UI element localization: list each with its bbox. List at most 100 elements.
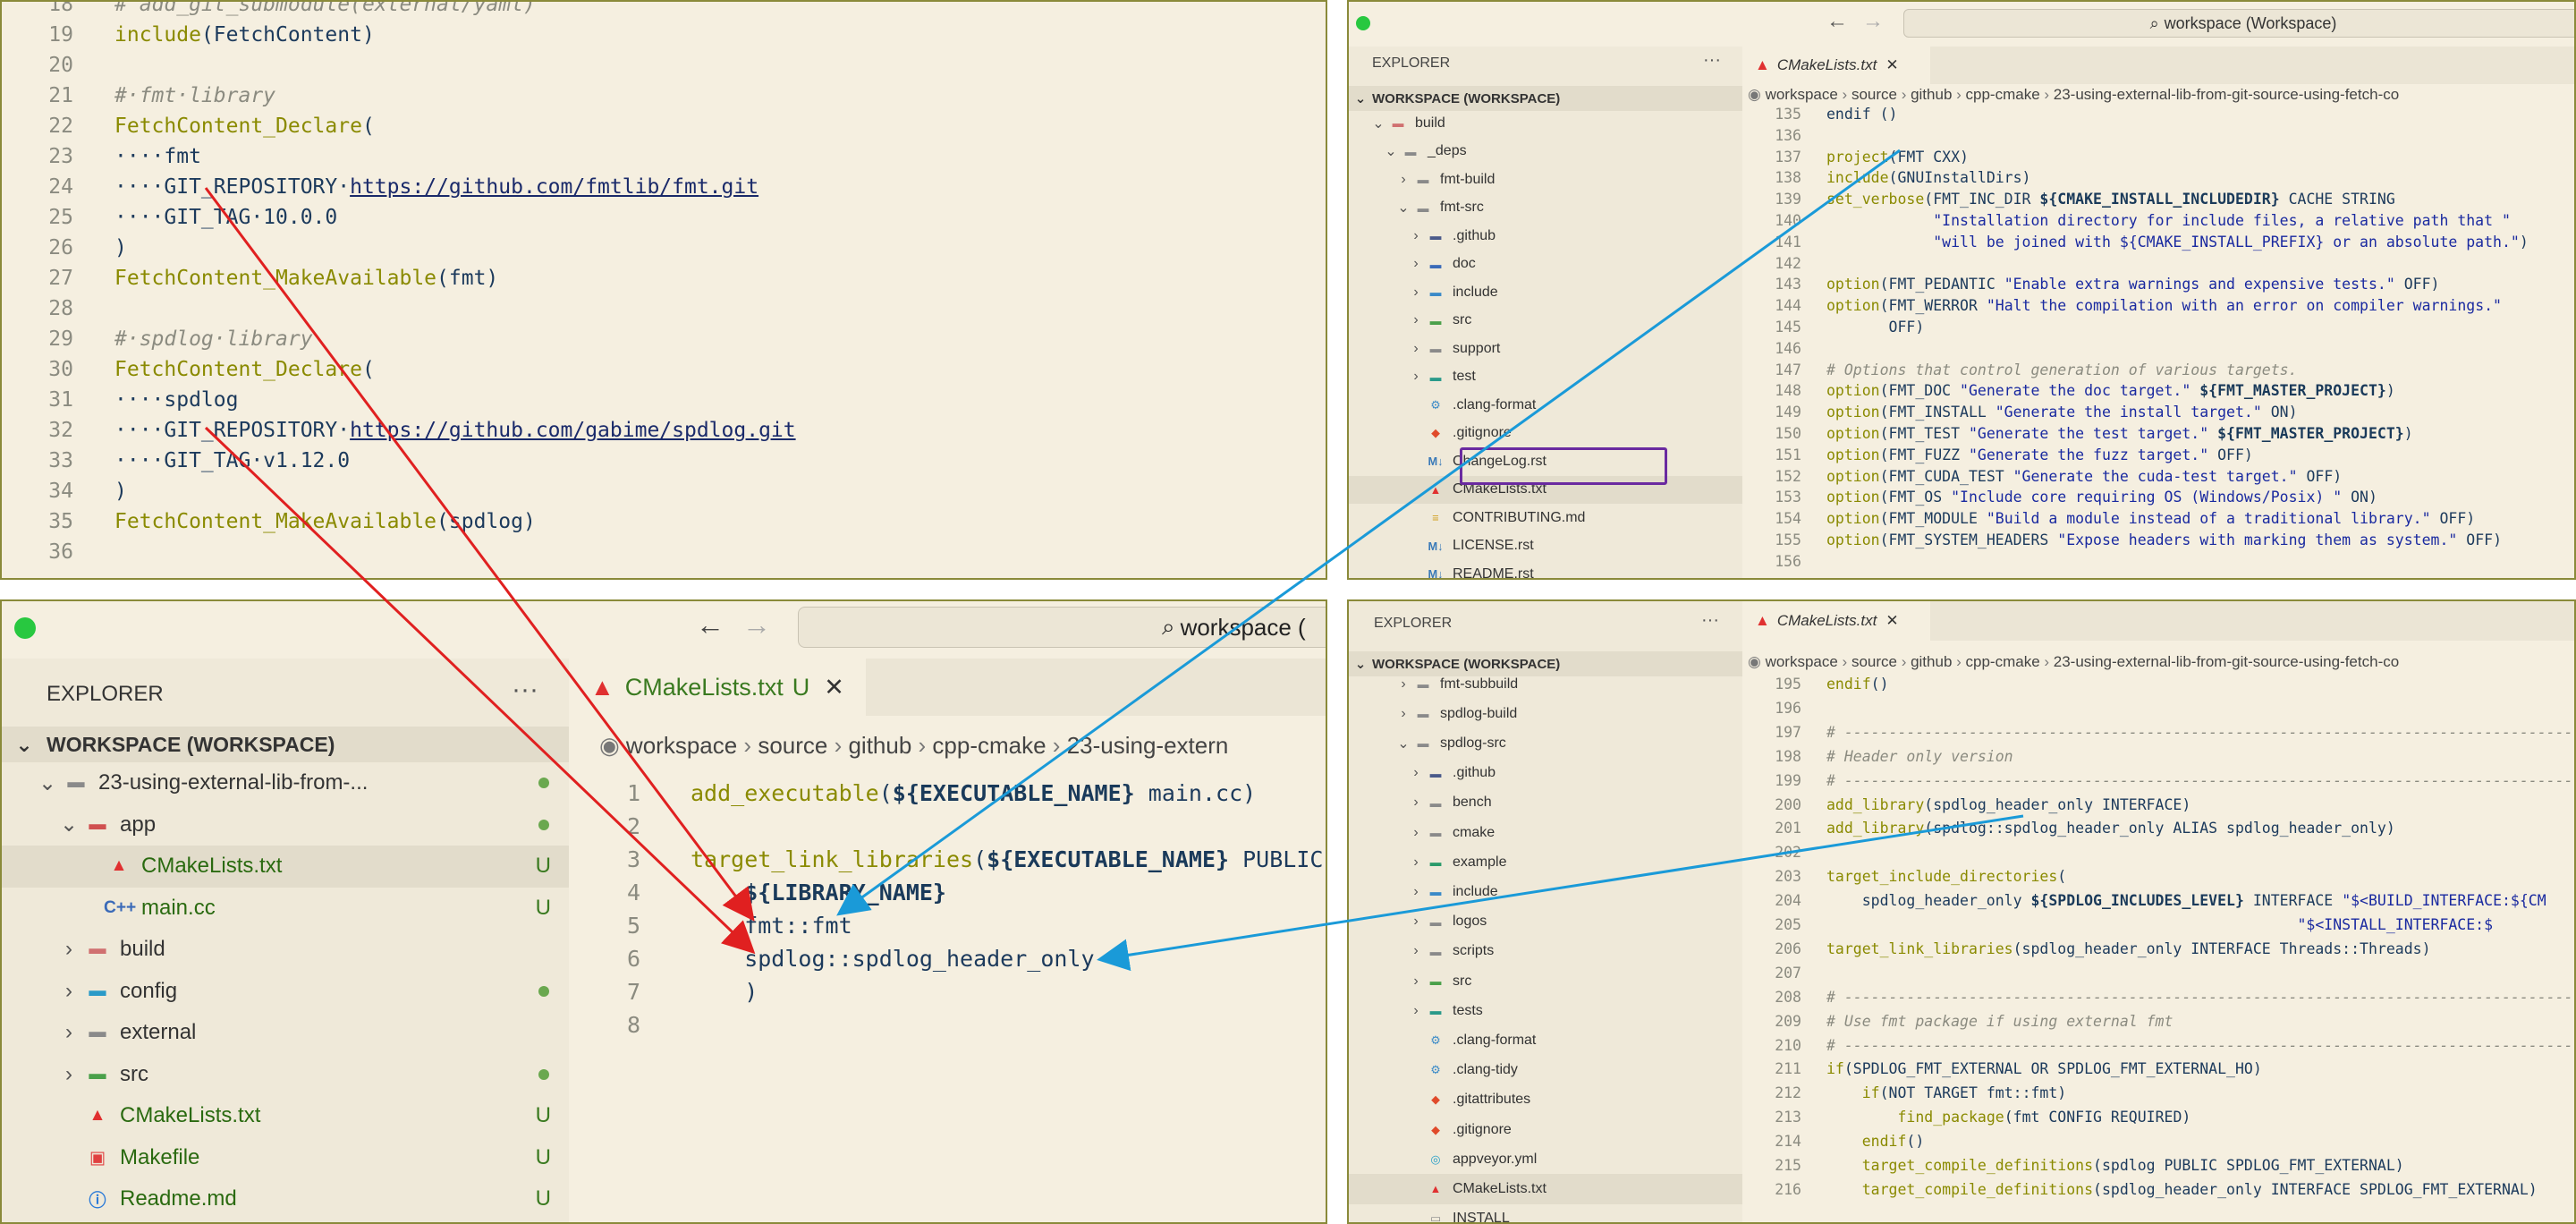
- more-actions-icon[interactable]: ···: [1703, 50, 1721, 71]
- tree-item[interactable]: › ▬ config: [2, 971, 569, 1013]
- more-actions-icon[interactable]: ···: [512, 675, 538, 705]
- code-line: FetchContent_MakeAvailable(spdlog): [114, 510, 536, 533]
- tree-item[interactable]: › ▬ cmake: [1349, 818, 1742, 847]
- close-icon[interactable]: ✕: [824, 674, 844, 701]
- tree-item[interactable]: ◆ .gitattributes: [1349, 1085, 1742, 1115]
- code-area[interactable]: 18 # add_git_submodule(external/yaml) 19 in…: [2, 2, 1326, 578]
- md-icon: ≡: [1432, 511, 1439, 525]
- tree-item[interactable]: ▲ CMakeLists.txt U: [2, 846, 569, 888]
- breadcrumb-item[interactable]: source: [1852, 86, 1897, 103]
- line-number: 140: [1775, 212, 1801, 229]
- code-area[interactable]: 1 add_executable(${EXECUTABLE_NAME} main.…: [569, 761, 1326, 1222]
- command-search-box[interactable]: ⌕ workspace (: [798, 607, 1326, 648]
- tree-item[interactable]: › ▬ bench: [1349, 788, 1742, 818]
- code-area[interactable]: 195 endif() 196 197 # ----------------------…: [1742, 675, 2574, 1222]
- file-tree: ⌄ ▬ 23-using-external-lib-from-... ⌄ ▬ app ▲ CM…: [2, 762, 569, 1222]
- tab-cmakelists[interactable]: ▲ CMakeLists.txt ✕: [1742, 47, 1930, 84]
- tree-item[interactable]: › ▬ logos: [1349, 907, 1742, 937]
- breadcrumb-item[interactable]: github: [1911, 86, 1952, 103]
- tree-item[interactable]: ⌄ ▬ fmt-src: [1349, 194, 1742, 223]
- tree-item[interactable]: › ▬ .github: [1349, 759, 1742, 788]
- tree-item-label: test: [1453, 369, 1476, 385]
- tree-item[interactable]: ⚙ .clang-format: [1349, 1025, 1742, 1055]
- tree-item[interactable]: ⌄ ▬ _deps: [1349, 138, 1742, 166]
- tree-item[interactable]: ▲ CMakeLists.txt: [1349, 1174, 1742, 1204]
- chevron-right-icon: ›: [1413, 256, 1419, 272]
- breadcrumb-item[interactable]: 23-using-extern: [1067, 732, 1229, 759]
- folder-src-icon: ▬: [89, 1064, 106, 1084]
- code-line: "will be joined with ${CMAKE_INSTALL_PRE…: [1933, 233, 2529, 251]
- nav-forward-icon[interactable]: →: [742, 608, 771, 642]
- tree-item[interactable]: ⌄ ▬ 23-using-external-lib-from-...: [2, 762, 569, 804]
- tree-item[interactable]: › ▬ spdlog-build: [1349, 699, 1742, 728]
- tree-item[interactable]: › ▬ test: [1349, 363, 1742, 392]
- workspace-icon: ◉: [1748, 86, 1766, 103]
- tree-item[interactable]: ◎ appveyor.yml: [1349, 1144, 1742, 1174]
- breadcrumb-item[interactable]: workspace: [1766, 653, 1838, 670]
- close-icon[interactable]: ✕: [1885, 612, 1898, 630]
- code-line: spdlog::spdlog_header_only: [691, 946, 1095, 972]
- tree-item[interactable]: ▲ CMakeLists.txt U: [2, 1095, 569, 1137]
- nav-back-icon[interactable]: ←: [696, 608, 724, 642]
- tab-cmakelists[interactable]: ▲ CMakeLists.txt ✕: [1742, 601, 1930, 641]
- breadcrumb-item[interactable]: cpp-cmake: [1966, 653, 2040, 670]
- tree-item[interactable]: ⌄ ▬ build: [1349, 109, 1742, 138]
- tree-item[interactable]: › ▬ example: [1349, 847, 1742, 877]
- tree-item[interactable]: › ▬ src: [1349, 966, 1742, 996]
- tree-item[interactable]: › ▬ external: [2, 1012, 569, 1054]
- nav-forward-icon[interactable]: →: [1862, 9, 1884, 34]
- tree-item[interactable]: M↓ LICENSE.rst: [1349, 532, 1742, 561]
- code-line: find_package(fmt CONFIG REQUIRED): [1897, 1109, 2191, 1126]
- tree-item[interactable]: › ▬ fmt-build: [1349, 166, 1742, 194]
- workspace-header[interactable]: ⌄ WORKSPACE (WORKSPACE): [2, 727, 569, 762]
- tree-item-label: CMakeLists.txt: [1453, 1180, 1546, 1196]
- tree-item[interactable]: › ▬ src: [1349, 307, 1742, 336]
- tree-item[interactable]: ▭ INSTALL: [1349, 1204, 1742, 1222]
- more-actions-icon[interactable]: ···: [1701, 610, 1719, 631]
- tree-item[interactable]: ◆ .gitignore: [1349, 1115, 1742, 1144]
- folder-test-icon: ▬: [1429, 370, 1442, 384]
- breadcrumb-item[interactable]: source: [758, 732, 827, 759]
- breadcrumb-item[interactable]: cpp-cmake: [1966, 86, 2040, 103]
- breadcrumb-item[interactable]: 23-using-external-lib-from-git-source-us…: [2054, 86, 2399, 103]
- breadcrumb-item[interactable]: workspace: [1766, 86, 1838, 103]
- tree-item[interactable]: › ▬ .github: [1349, 222, 1742, 251]
- breadcrumb-item[interactable]: 23-using-external-lib-from-git-source-us…: [2054, 653, 2399, 670]
- tree-item[interactable]: ▣ Makefile U: [2, 1137, 569, 1179]
- breadcrumb-item[interactable]: workspace: [626, 732, 737, 759]
- code-area[interactable]: 135 endif () 136 137 project(FMT CXX) 138 incl…: [1742, 106, 2574, 578]
- tree-item[interactable]: › ▬ include: [1349, 877, 1742, 906]
- tree-item[interactable]: › ▬ include: [1349, 278, 1742, 307]
- line-number: 4: [626, 880, 640, 905]
- tree-item[interactable]: ◆ .gitignore: [1349, 420, 1742, 448]
- tree-item[interactable]: ≡ CONTRIBUTING.md: [1349, 504, 1742, 532]
- breadcrumb-item[interactable]: source: [1852, 653, 1897, 670]
- tree-item[interactable]: ⓘ Readme.md U: [2, 1178, 569, 1220]
- tab-cmakelists[interactable]: ▲ CMakeLists.txt U ✕: [569, 659, 866, 716]
- tree-item[interactable]: › ▬ scripts: [1349, 937, 1742, 966]
- command-search-box[interactable]: ⌕ workspace (Workspace): [1903, 9, 2574, 38]
- workspace-header[interactable]: ⌄ WORKSPACE (WORKSPACE): [1349, 86, 1742, 111]
- chevron-down-icon: ⌄: [15, 732, 33, 756]
- nav-back-icon[interactable]: ←: [1826, 9, 1848, 34]
- window-close-dot[interactable]: [1356, 16, 1370, 30]
- tree-item[interactable]: › ▬ fmt-subbuild: [1349, 669, 1742, 699]
- breadcrumb-item[interactable]: cpp-cmake: [932, 732, 1046, 759]
- tree-item[interactable]: › ▬ tests: [1349, 996, 1742, 1025]
- tree-item[interactable]: › ▬ doc: [1349, 251, 1742, 279]
- window-close-dot[interactable]: [14, 617, 36, 639]
- tree-item[interactable]: ⚙ .clang-tidy: [1349, 1056, 1742, 1085]
- line-number: 209: [1775, 1012, 1801, 1030]
- git-change-dot: [538, 819, 549, 830]
- tree-item[interactable]: ⚙ .clang-format: [1349, 391, 1742, 420]
- tree-item[interactable]: ⌄ ▬ spdlog-src: [1349, 728, 1742, 758]
- tree-item[interactable]: C++ main.cc U: [2, 888, 569, 930]
- tree-item[interactable]: › ▬ support: [1349, 335, 1742, 363]
- tree-item[interactable]: ⌄ ▬ app: [2, 804, 569, 846]
- close-icon[interactable]: ✕: [1885, 56, 1898, 74]
- breadcrumb-item[interactable]: github: [848, 732, 911, 759]
- breadcrumb-item[interactable]: github: [1911, 653, 1952, 670]
- tree-item[interactable]: › ▬ src: [2, 1054, 569, 1096]
- tree-item[interactable]: › ▬ build: [2, 929, 569, 971]
- tree-item[interactable]: M↓ README.rst: [1349, 560, 1742, 578]
